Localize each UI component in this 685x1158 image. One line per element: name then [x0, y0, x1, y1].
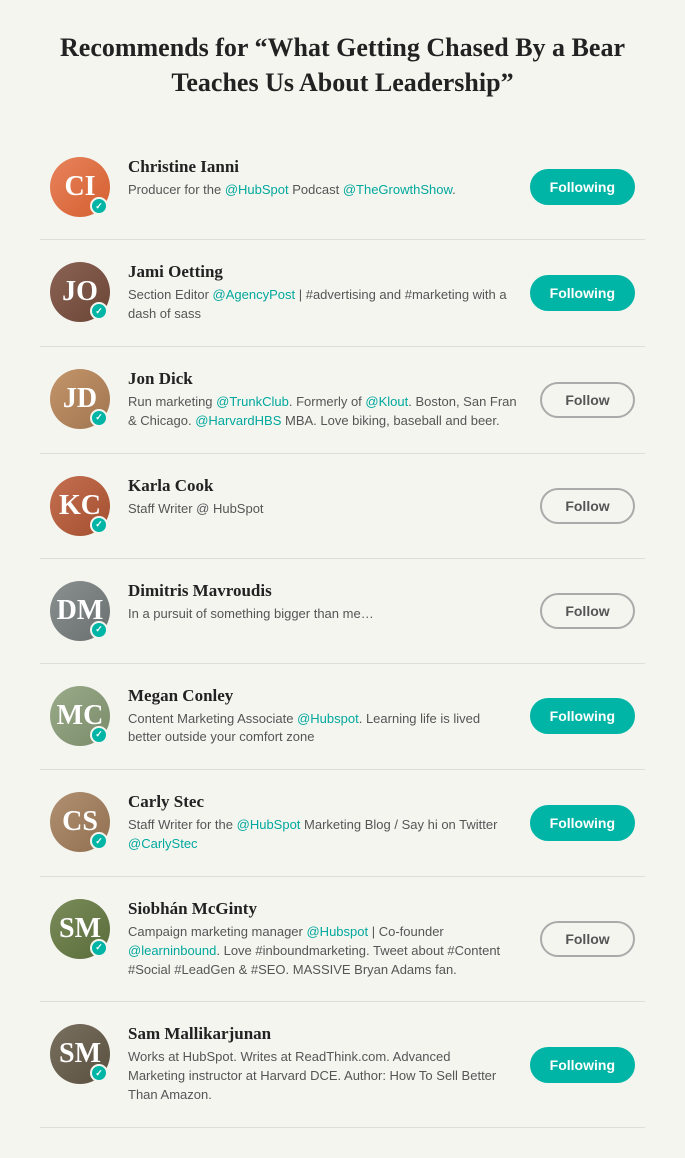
- user-info: Siobhán McGinty Campaign marketing manage…: [128, 899, 520, 980]
- user-info: Megan Conley Content Marketing Associate …: [128, 686, 510, 748]
- avatar-wrapper: SM: [50, 899, 110, 959]
- user-name: Siobhán McGinty: [128, 899, 520, 919]
- verified-badge-icon: [90, 939, 108, 957]
- follow-button[interactable]: Follow: [540, 488, 635, 524]
- following-button[interactable]: Following: [530, 805, 635, 841]
- avatar-wrapper: DM: [50, 581, 110, 641]
- avatar-wrapper: SM: [50, 1024, 110, 1084]
- follow-button[interactable]: Follow: [540, 382, 635, 418]
- following-button[interactable]: Following: [530, 275, 635, 311]
- list-item: JO Jami Oetting Section Editor @AgencyPost…: [40, 240, 645, 347]
- user-name: Megan Conley: [128, 686, 510, 706]
- follow-button[interactable]: Follow: [540, 921, 635, 957]
- user-name: Jami Oetting: [128, 262, 510, 282]
- list-item: CS Carly Stec Staff Writer for the @HubSpo…: [40, 770, 645, 877]
- avatar-wrapper: CS: [50, 792, 110, 852]
- verified-badge-icon: [90, 832, 108, 850]
- list-item: JD Jon Dick Run marketing @TrunkClub. Form…: [40, 347, 645, 454]
- user-name: Carly Stec: [128, 792, 510, 812]
- avatar-wrapper: MC: [50, 686, 110, 746]
- verified-badge-icon: [90, 1064, 108, 1082]
- list-item: CI Christine Ianni Producer for the @HubSp…: [40, 135, 645, 240]
- user-info: Carly Stec Staff Writer for the @HubSpot …: [128, 792, 510, 854]
- user-bio: Producer for the @HubSpot Podcast @TheGr…: [128, 181, 510, 200]
- user-info: Karla Cook Staff Writer @ HubSpot: [128, 476, 520, 519]
- user-bio: Staff Writer for the @HubSpot Marketing …: [128, 816, 510, 854]
- verified-badge-icon: [90, 516, 108, 534]
- following-button[interactable]: Following: [530, 1047, 635, 1083]
- user-bio: Staff Writer @ HubSpot: [128, 500, 520, 519]
- verified-badge-icon: [90, 726, 108, 744]
- following-button[interactable]: Following: [530, 698, 635, 734]
- user-list: CI Christine Ianni Producer for the @HubSp…: [40, 135, 645, 1128]
- user-name: Jon Dick: [128, 369, 520, 389]
- user-info: Christine Ianni Producer for the @HubSpot…: [128, 157, 510, 200]
- verified-badge-icon: [90, 197, 108, 215]
- verified-badge-icon: [90, 409, 108, 427]
- user-bio: Campaign marketing manager @Hubspot | Co…: [128, 923, 520, 980]
- user-bio: Run marketing @TrunkClub. Formerly of @K…: [128, 393, 520, 431]
- list-item: MC Megan Conley Content Marketing Associat…: [40, 664, 645, 771]
- user-bio: In a pursuit of something bigger than me…: [128, 605, 520, 624]
- user-name: Sam Mallikarjunan: [128, 1024, 510, 1044]
- avatar-wrapper: CI: [50, 157, 110, 217]
- avatar-wrapper: JD: [50, 369, 110, 429]
- list-item: SM Siobhán McGinty Campaign marketing mana…: [40, 877, 645, 1003]
- list-item: KC Karla Cook Staff Writer @ HubSpot Follow: [40, 454, 645, 559]
- following-button[interactable]: Following: [530, 169, 635, 205]
- verified-badge-icon: [90, 621, 108, 639]
- user-info: Dimitris Mavroudis In a pursuit of someth…: [128, 581, 520, 624]
- user-name: Dimitris Mavroudis: [128, 581, 520, 601]
- user-name: Karla Cook: [128, 476, 520, 496]
- user-info: Sam MallikarjunanWorks at HubSpot. Write…: [128, 1024, 510, 1105]
- list-item: SM Sam MallikarjunanWorks at HubSpot. Wri…: [40, 1002, 645, 1128]
- user-bio: Content Marketing Associate @Hubspot. Le…: [128, 710, 510, 748]
- user-info: Jami Oetting Section Editor @AgencyPost |…: [128, 262, 510, 324]
- user-name: Christine Ianni: [128, 157, 510, 177]
- avatar-wrapper: JO: [50, 262, 110, 322]
- verified-badge-icon: [90, 302, 108, 320]
- follow-button[interactable]: Follow: [540, 593, 635, 629]
- user-info: Jon Dick Run marketing @TrunkClub. Former…: [128, 369, 520, 431]
- list-item: DM Dimitris Mavroudis In a pursuit of some…: [40, 559, 645, 664]
- avatar-wrapper: KC: [50, 476, 110, 536]
- user-bio: Section Editor @AgencyPost | #advertisin…: [128, 286, 510, 324]
- page-title: Recommends for “What Getting Chased By a…: [40, 30, 645, 100]
